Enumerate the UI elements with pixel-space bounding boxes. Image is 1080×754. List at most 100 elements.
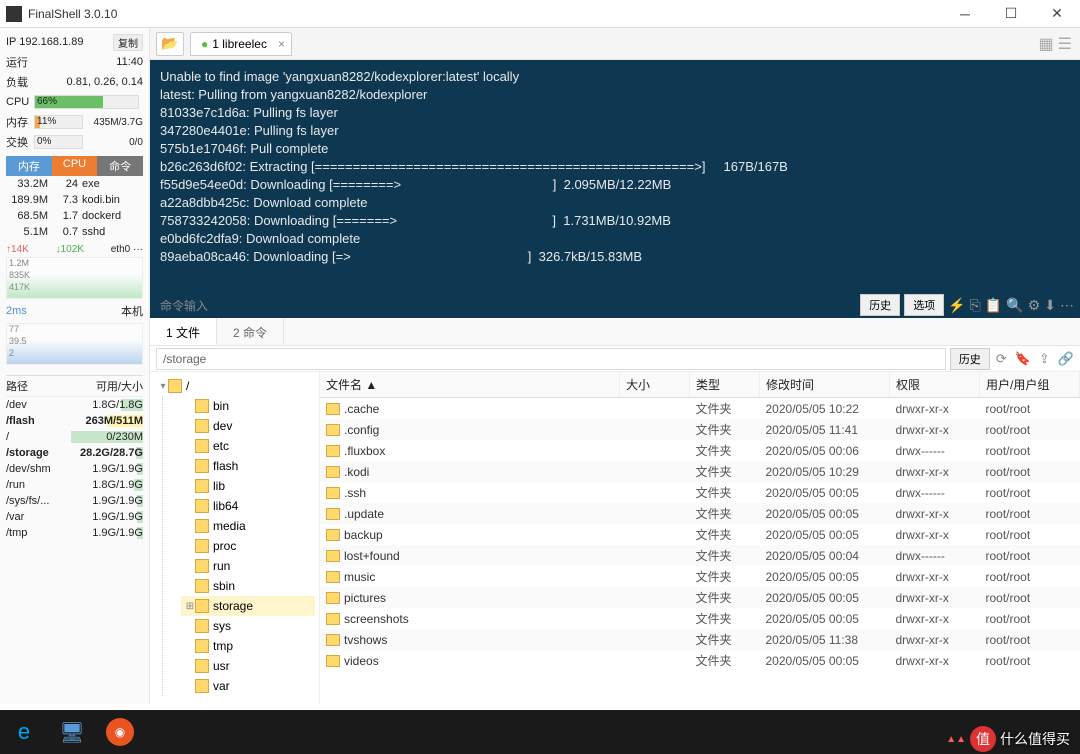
col-owner[interactable]: 用户/用户组 xyxy=(980,372,1080,398)
file-grid[interactable]: 文件名 ▲ 大小 类型 修改时间 权限 用户/用户组 .cache文件夹2020… xyxy=(320,372,1080,704)
list-view-icon[interactable]: ☰ xyxy=(1058,34,1072,54)
paste-icon[interactable]: 📋 xyxy=(985,297,1002,314)
file-row[interactable]: videos文件夹2020/05/05 00:05drwxr-xr-xroot/… xyxy=(320,650,1080,671)
folder-icon xyxy=(326,592,340,604)
content: 📂 ●1 libreelec× ▦ ☰ Unable to find image… xyxy=(150,28,1080,704)
tree-node[interactable]: usr xyxy=(181,656,315,676)
folder-icon xyxy=(326,403,340,415)
tree-node[interactable]: run xyxy=(181,556,315,576)
tree-node[interactable]: etc xyxy=(181,436,315,456)
tree-node[interactable]: tmp xyxy=(181,636,315,656)
file-row[interactable]: .cache文件夹2020/05/05 10:22drwxr-xr-xroot/… xyxy=(320,398,1080,420)
maximize-button[interactable]: ☐ xyxy=(988,0,1034,28)
col-name[interactable]: 文件名 ▲ xyxy=(320,372,620,398)
col-size[interactable]: 大小 xyxy=(620,372,690,398)
bookmark-icon[interactable]: 🔖 xyxy=(1015,351,1031,367)
link-icon[interactable]: 🔗 xyxy=(1058,351,1074,367)
disk-row[interactable]: /sys/fs/...1.9G/1.9G xyxy=(6,493,143,509)
process-row[interactable]: 189.9M7.3kodi.bin xyxy=(6,192,143,208)
file-row[interactable]: .fluxbox文件夹2020/05/05 00:06drwx------roo… xyxy=(320,440,1080,461)
col-type[interactable]: 类型 xyxy=(690,372,760,398)
copy-icon[interactable]: ⎘ xyxy=(970,297,981,314)
tree-node[interactable]: proc xyxy=(181,536,315,556)
bolt-icon[interactable]: ⚡ xyxy=(948,297,965,314)
grid-view-icon[interactable]: ▦ xyxy=(1039,34,1054,54)
host-label[interactable]: 本机 xyxy=(121,303,143,319)
disk-row[interactable]: /flash263M/511M xyxy=(6,413,143,429)
disk-row[interactable]: /var1.9G/1.9G xyxy=(6,509,143,525)
file-row[interactable]: .kodi文件夹2020/05/05 10:29drwxr-xr-xroot/r… xyxy=(320,461,1080,482)
folder-tree[interactable]: ▾/ bindevetcflashliblib64mediaprocrunsbi… xyxy=(150,372,320,704)
close-tab-icon[interactable]: × xyxy=(278,37,285,51)
copy-button[interactable]: 复制 xyxy=(113,34,143,51)
file-row[interactable]: screenshots文件夹2020/05/05 00:05drwxr-xr-x… xyxy=(320,608,1080,629)
tree-node[interactable]: var xyxy=(181,676,315,696)
minimize-button[interactable]: ─ xyxy=(942,0,988,28)
tree-node[interactable]: dev xyxy=(181,416,315,436)
folder-icon xyxy=(195,679,209,693)
ip-label: IP 192.168.1.89 xyxy=(6,36,83,48)
tree-node[interactable]: lib xyxy=(181,476,315,496)
tree-node[interactable]: media xyxy=(181,516,315,536)
options-button[interactable]: 选项 xyxy=(904,294,944,316)
edge-icon[interactable]: e xyxy=(0,710,48,754)
more-icon[interactable]: ⋯ xyxy=(1060,297,1074,314)
terminal[interactable]: Unable to find image 'yangxuan8282/kodex… xyxy=(150,60,1080,318)
download-icon[interactable]: ⬇ xyxy=(1044,297,1056,314)
path-history-button[interactable]: 历史 xyxy=(950,348,990,370)
history-button[interactable]: 历史 xyxy=(860,294,900,316)
file-row[interactable]: lost+found文件夹2020/05/05 00:04drwx------r… xyxy=(320,545,1080,566)
col-mtime[interactable]: 修改时间 xyxy=(760,372,890,398)
folder-icon xyxy=(326,550,340,562)
cpu-label: CPU xyxy=(6,96,34,108)
net-iface[interactable]: eth0 ··· xyxy=(111,244,143,255)
net-graph: 1.2M835K417K xyxy=(6,257,143,299)
ping-graph: 7739.52 xyxy=(6,323,143,365)
folder-icon xyxy=(195,519,209,533)
file-row[interactable]: backup文件夹2020/05/05 00:05drwxr-xr-xroot/… xyxy=(320,524,1080,545)
file-row[interactable]: .config文件夹2020/05/05 11:41drwxr-xr-xroot… xyxy=(320,419,1080,440)
disk-row[interactable]: /0/230M xyxy=(6,429,143,445)
tree-node[interactable]: lib64 xyxy=(181,496,315,516)
folder-icon xyxy=(326,508,340,520)
file-row[interactable]: pictures文件夹2020/05/05 00:05drwxr-xr-xroo… xyxy=(320,587,1080,608)
disk-row[interactable]: /dev/shm1.9G/1.9G xyxy=(6,461,143,477)
load-label: 负载 xyxy=(6,74,28,90)
disk-row[interactable]: /run1.8G/1.9G xyxy=(6,477,143,493)
session-tab[interactable]: ●1 libreelec× xyxy=(190,32,292,56)
col-perm[interactable]: 权限 xyxy=(890,372,980,398)
tree-node[interactable]: bin xyxy=(181,396,315,416)
process-row[interactable]: 68.5M1.7dockerd xyxy=(6,208,143,224)
terminal-line: a22a8dbb425c: Download complete xyxy=(160,194,1070,212)
terminal-line: 758733242058: Downloading [=======> ] 1.… xyxy=(160,212,1070,230)
refresh-icon[interactable]: ⟳ xyxy=(996,351,1007,367)
disk-row[interactable]: /storage28.2G/28.7G xyxy=(6,445,143,461)
swap-value: 0/0 xyxy=(87,137,143,148)
ubuntu-icon[interactable]: ◉ xyxy=(96,710,144,754)
open-session-icon[interactable]: 📂 xyxy=(156,32,184,56)
commands-tab[interactable]: 2 命令 xyxy=(217,318,284,345)
folder-icon xyxy=(326,529,340,541)
tree-node[interactable]: ⊞storage xyxy=(181,596,315,616)
file-row[interactable]: .update文件夹2020/05/05 00:05drwxr-xr-xroot… xyxy=(320,503,1080,524)
upload-icon[interactable]: ⇪ xyxy=(1039,351,1050,367)
folder-icon xyxy=(195,639,209,653)
file-row[interactable]: .ssh文件夹2020/05/05 00:05drwx------root/ro… xyxy=(320,482,1080,503)
file-row[interactable]: music文件夹2020/05/05 00:05drwxr-xr-xroot/r… xyxy=(320,566,1080,587)
command-input[interactable]: 命令输入 xyxy=(160,297,208,314)
path-input[interactable] xyxy=(156,348,946,370)
file-row[interactable]: tvshows文件夹2020/05/05 11:38drwxr-xr-xroot… xyxy=(320,629,1080,650)
search-icon[interactable]: 🔍 xyxy=(1006,297,1023,314)
gear-icon[interactable]: ⚙ xyxy=(1028,297,1041,314)
disk-row[interactable]: /dev1.8G/1.8G xyxy=(6,397,143,413)
tree-node[interactable]: sbin xyxy=(181,576,315,596)
files-tab[interactable]: 1 文件 xyxy=(150,318,217,345)
finalshell-taskbar-icon[interactable]: 🖥 xyxy=(48,710,96,754)
close-button[interactable]: ✕ xyxy=(1034,0,1080,28)
process-row[interactable]: 5.1M0.7sshd xyxy=(6,224,143,240)
process-row[interactable]: 33.2M24exe xyxy=(6,176,143,192)
tree-node[interactable]: sys xyxy=(181,616,315,636)
tree-node[interactable]: flash xyxy=(181,456,315,476)
disk-row[interactable]: /tmp1.9G/1.9G xyxy=(6,525,143,541)
uptime-label: 运行 xyxy=(6,54,28,70)
